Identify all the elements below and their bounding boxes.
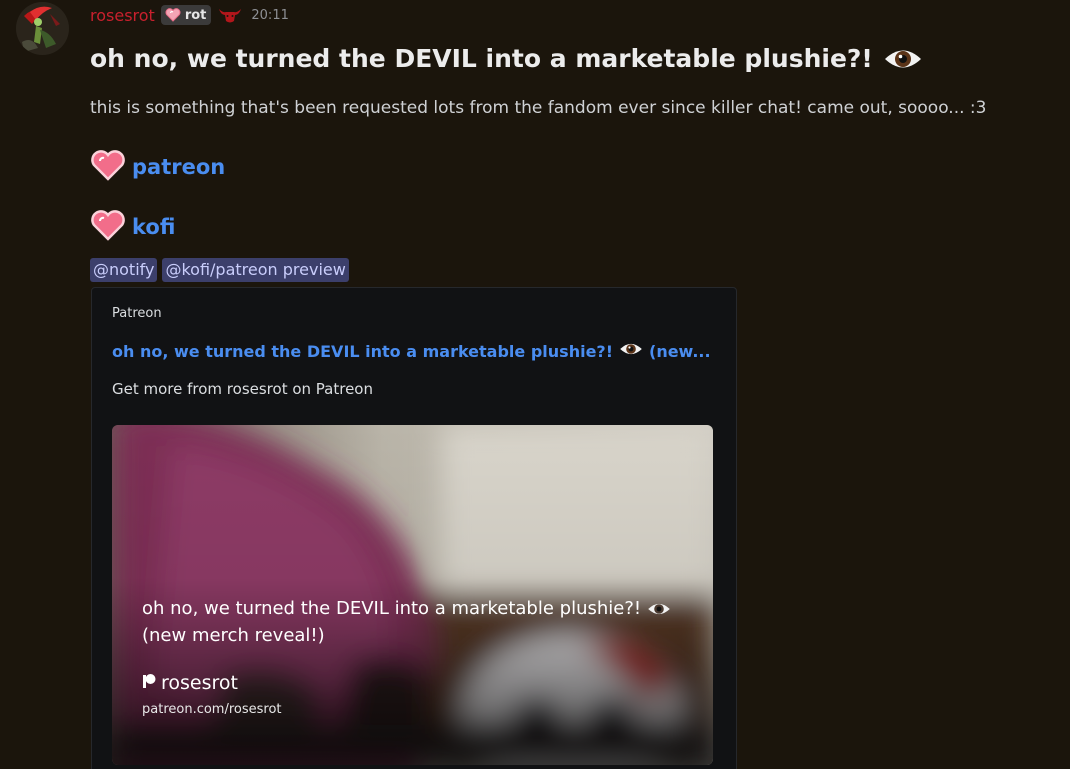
embed-description: Get more from rosesrot on Patreon (112, 380, 373, 398)
image-title-line2: (new merch reveal!) (142, 625, 325, 646)
role-tag[interactable]: rot (160, 5, 212, 25)
kofi-link[interactable]: kofi (132, 215, 175, 239)
bull-head-icon (217, 5, 243, 25)
chat-message: rosesrot rot 20:11 oh no, we turned the … (0, 0, 1070, 769)
message-header: rosesrot rot 20:11 (90, 3, 289, 27)
link-row-kofi: kofi (90, 208, 175, 246)
eye-icon (619, 341, 643, 361)
embed-provider[interactable]: Patreon (112, 306, 162, 321)
embed-image-overlay: oh no, we turned the DEVIL into a market… (112, 425, 713, 765)
link-row-patreon: patreon (90, 148, 225, 186)
mention-kofi-patreon-preview[interactable]: @kofi/patreon preview (162, 258, 349, 282)
image-title: oh no, we turned the DEVIL into a market… (142, 595, 702, 649)
message-timestamp: 20:11 (251, 7, 289, 23)
embed-title-text[interactable]: oh no, we turned the DEVIL into a market… (112, 342, 613, 361)
heart-icon (90, 148, 126, 186)
image-title-line1: oh no, we turned the DEVIL into a market… (142, 598, 642, 619)
role-tag-label: rot (184, 7, 207, 23)
image-author: rosesrot (142, 672, 238, 694)
user-avatar[interactable] (16, 2, 69, 55)
username[interactable]: rosesrot (90, 6, 155, 25)
eye-icon (648, 603, 670, 615)
eye-icon (883, 46, 923, 72)
message-title: oh no, we turned the DEVIL into a market… (90, 44, 923, 73)
link-embed: Patreon oh no, we turned the DEVIL into … (91, 287, 737, 769)
heart-icon (90, 208, 126, 246)
message-body: this is something that's been requested … (90, 98, 987, 118)
patreon-logo-icon (142, 672, 156, 694)
image-author-name: rosesrot (161, 672, 238, 694)
mentions-row: @notify @kofi/patreon preview (90, 258, 349, 282)
image-url: patreon.com/rosesrot (142, 702, 282, 717)
embed-title-suffix[interactable]: (new... (649, 342, 711, 361)
message-title-text: oh no, we turned the DEVIL into a market… (90, 44, 873, 73)
embed-image[interactable]: oh no, we turned the DEVIL into a market… (112, 425, 713, 765)
embed-title[interactable]: oh no, we turned the DEVIL into a market… (112, 341, 711, 361)
patreon-link[interactable]: patreon (132, 155, 225, 179)
mention-notify[interactable]: @notify (90, 258, 158, 282)
heart-sparkle-icon (164, 7, 182, 23)
